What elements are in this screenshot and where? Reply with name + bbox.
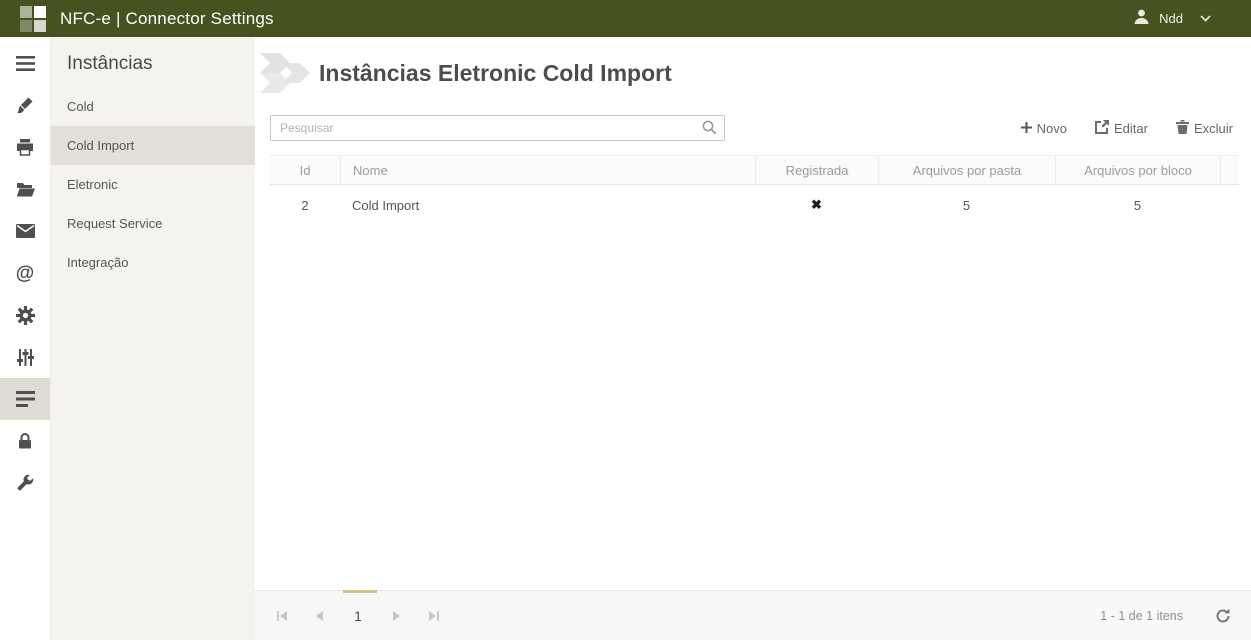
column-header-id[interactable]: Id (270, 156, 340, 184)
panel-item-eletronic[interactable]: Eletronic (51, 165, 255, 204)
app-logo-icon (20, 6, 46, 32)
column-header-arquivos-por-bloco[interactable]: Arquivos por bloco (1055, 156, 1220, 184)
chevron-down-icon[interactable] (1200, 15, 1211, 22)
panel-item-integracao[interactable]: Integração (51, 243, 255, 282)
instances-header-icon (257, 51, 315, 95)
instances-table: Id Nome Registrada Arquivos por pasta Ar… (270, 155, 1239, 225)
cell-nome: Cold Import (340, 198, 755, 213)
new-button[interactable]: Novo (1017, 118, 1071, 139)
cell-arquivos-por-pasta: 5 (878, 198, 1055, 213)
tools-icon[interactable] (0, 84, 50, 126)
plus-icon (1021, 121, 1032, 136)
column-header-registrada[interactable]: Registrada (755, 156, 878, 184)
column-header-spacer (1220, 156, 1239, 184)
table-row[interactable]: 2 Cold Import ✖ 5 5 (270, 185, 1239, 225)
cell-id: 2 (270, 198, 340, 213)
at-icon[interactable]: @ (0, 252, 50, 294)
first-page-icon[interactable] (263, 601, 301, 631)
instances-icon[interactable] (0, 378, 50, 420)
search-icon[interactable] (702, 120, 717, 140)
panel-title: Instâncias (67, 53, 255, 75)
search-input[interactable] (270, 115, 725, 141)
last-page-icon[interactable] (415, 601, 453, 631)
page-number[interactable]: 1 (339, 608, 377, 624)
table-header: Id Nome Registrada Arquivos por pasta Ar… (270, 155, 1239, 185)
page-header: Instâncias Eletronic Cold Import (255, 37, 1251, 105)
new-button-label: Novo (1037, 121, 1067, 136)
icon-sidebar: @ (0, 37, 51, 640)
printer-icon[interactable] (0, 126, 50, 168)
menu-icon[interactable] (0, 42, 50, 84)
page-title: Instâncias Eletronic Cold Import (319, 60, 672, 87)
sliders-icon[interactable] (0, 336, 50, 378)
column-header-arquivos-por-pasta[interactable]: Arquivos por pasta (878, 156, 1055, 184)
panel-item-request-service[interactable]: Request Service (51, 204, 255, 243)
main-content: Instâncias Eletronic Cold Import Novo (255, 37, 1251, 640)
next-page-icon[interactable] (377, 601, 415, 631)
cell-arquivos-por-bloco: 5 (1055, 198, 1220, 213)
column-header-nome[interactable]: Nome (340, 156, 755, 184)
pager: 1 1 - 1 de 1 itens (255, 590, 1251, 640)
delete-button-label: Excluir (1194, 121, 1233, 136)
edit-button[interactable]: Editar (1091, 118, 1152, 139)
lock-icon[interactable] (0, 420, 50, 462)
refresh-icon[interactable] (1211, 608, 1235, 624)
user-menu-label[interactable]: Ndd (1159, 11, 1183, 26)
edit-icon (1095, 120, 1109, 137)
panel-item-cold[interactable]: Cold (51, 87, 255, 126)
trash-icon (1176, 120, 1189, 137)
delete-button[interactable]: Excluir (1172, 118, 1237, 139)
user-icon (1133, 8, 1150, 30)
app-title: NFC-e | Connector Settings (60, 9, 274, 29)
current-page-indicator (343, 590, 377, 593)
instances-panel: Instâncias Cold Cold Import Eletronic Re… (51, 37, 255, 640)
toolbar: Novo Editar (255, 105, 1251, 153)
topbar: NFC-e | Connector Settings Ndd (0, 0, 1251, 37)
panel-item-cold-import[interactable]: Cold Import (51, 126, 255, 165)
edit-button-label: Editar (1114, 121, 1148, 136)
cell-registrada-x-icon: ✖ (755, 197, 878, 213)
search-box (270, 115, 725, 141)
gear-icon[interactable] (0, 294, 50, 336)
folder-icon[interactable] (0, 168, 50, 210)
mail-icon[interactable] (0, 210, 50, 252)
pager-info: 1 - 1 de 1 itens (1100, 609, 1183, 623)
previous-page-icon[interactable] (301, 601, 339, 631)
wrench-icon[interactable] (0, 462, 50, 504)
